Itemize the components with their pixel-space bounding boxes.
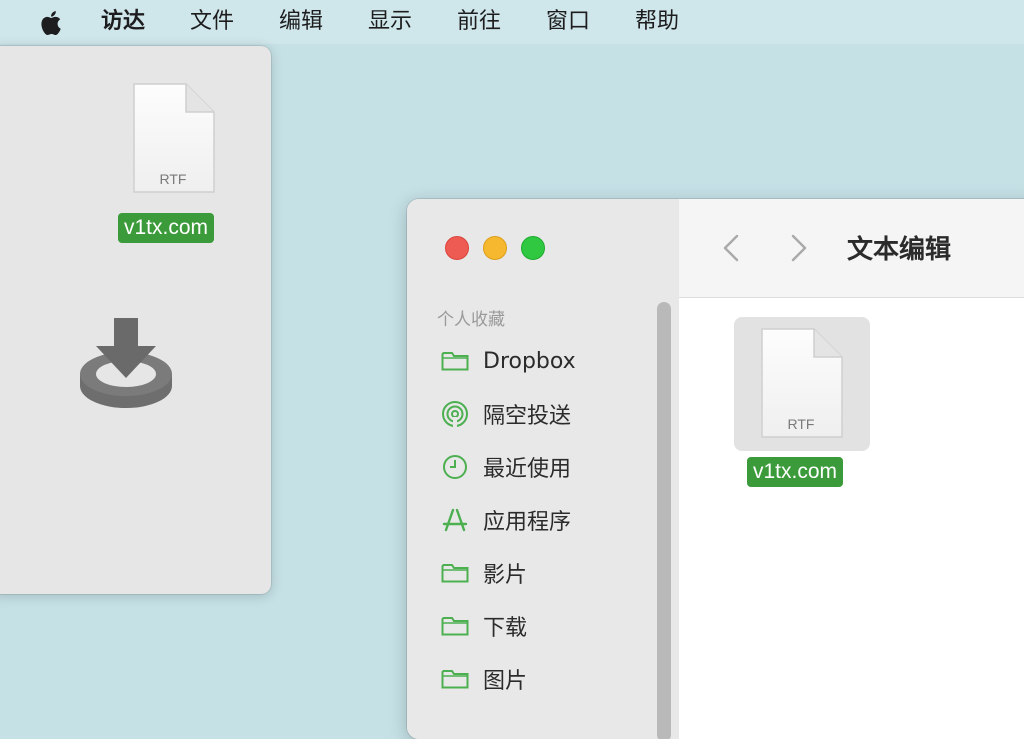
sidebar-item-label: 最近使用 <box>483 457 572 482</box>
folder-icon <box>441 347 469 375</box>
chevron-left-icon[interactable] <box>721 233 741 263</box>
sidebar-item-airdrop[interactable]: 隔空投送 <box>441 394 661 434</box>
menu-window[interactable]: 窗口 <box>546 0 590 44</box>
sidebar-item-movies[interactable]: 影片 <box>441 553 661 593</box>
apps-icon <box>441 506 469 534</box>
menu-finder[interactable]: 访达 <box>101 0 145 44</box>
menu-view[interactable]: 显示 <box>368 0 412 44</box>
sidebar-item-downloads[interactable]: 下载 <box>441 606 661 646</box>
sidebar-item-label: Dropbox <box>483 348 576 374</box>
window-title: 文本编辑 <box>847 235 952 265</box>
sidebar-item-pictures[interactable]: 图片 <box>441 659 661 699</box>
dmg-window: RTF v1tx.com <box>0 46 271 594</box>
chevron-right-icon[interactable] <box>789 233 809 263</box>
rtf-file-icon: RTF <box>761 328 843 438</box>
folder-icon <box>441 665 469 693</box>
airdrop-icon <box>441 400 469 428</box>
clock-icon <box>441 453 469 481</box>
sidebar-item-label: 隔空投送 <box>483 404 572 429</box>
zoom-button[interactable] <box>521 236 545 260</box>
folder-icon <box>441 559 469 587</box>
menu-go[interactable]: 前往 <box>457 0 501 44</box>
minimize-button[interactable] <box>483 236 507 260</box>
sidebar-item-label: 影片 <box>483 563 528 588</box>
finder-toolbar: 文本编辑 <box>679 199 1024 298</box>
menu-help[interactable]: 帮助 <box>635 0 679 44</box>
finder-sidebar: 个人收藏 Dropbox 隔空投送 最近使用 应用程序 影片 下载 图片 <box>407 199 679 739</box>
menu-edit[interactable]: 编辑 <box>279 0 323 44</box>
finder-content: 文本编辑 RTF v1tx.com <box>679 199 1024 739</box>
file-item-selected[interactable]: RTF <box>734 317 870 451</box>
sidebar-item-label: 应用程序 <box>483 510 572 535</box>
file-type-label: RTF <box>160 171 187 187</box>
apple-logo-icon[interactable] <box>38 9 62 37</box>
sidebar-item-applications[interactable]: 应用程序 <box>441 500 661 540</box>
file-name-badge[interactable]: v1tx.com <box>118 213 215 243</box>
menu-file[interactable]: 文件 <box>190 0 234 44</box>
folder-icon <box>441 612 469 640</box>
menu-bar: 访达 文件 编辑 显示 前往 窗口 帮助 <box>0 0 1024 44</box>
sidebar-item-label: 下载 <box>483 616 528 641</box>
finder-window: 个人收藏 Dropbox 隔空投送 最近使用 应用程序 影片 下载 图片 文本编… <box>407 199 1024 739</box>
sidebar-section-favorites: 个人收藏 <box>437 310 505 330</box>
sidebar-item-recents[interactable]: 最近使用 <box>441 447 661 487</box>
sidebar-item-dropbox[interactable]: Dropbox <box>441 341 661 381</box>
file-name-badge[interactable]: v1tx.com <box>747 457 844 487</box>
close-button[interactable] <box>445 236 469 260</box>
disk-install-icon <box>80 318 172 408</box>
file-type-label: RTF <box>788 416 815 432</box>
rtf-file-icon[interactable]: RTF <box>132 82 216 196</box>
sidebar-item-label: 图片 <box>483 669 528 694</box>
sidebar-scrollbar[interactable] <box>657 302 671 739</box>
